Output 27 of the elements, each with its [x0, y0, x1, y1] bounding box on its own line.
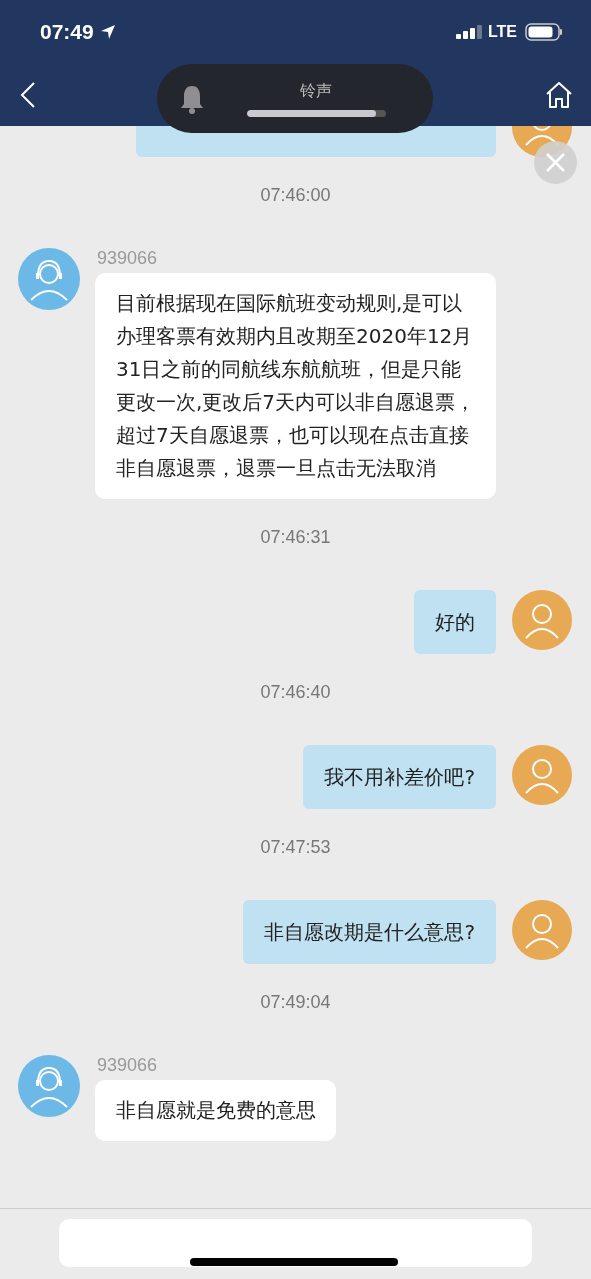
- location-arrow-icon: [99, 24, 116, 40]
- timestamp: 07:46:00: [260, 185, 331, 206]
- timestamp: 07:46:40: [260, 682, 331, 703]
- timestamp: 07:46:31: [260, 527, 331, 548]
- message-bubble: 目前根据现在国际航班变动规则,是可以办理客票有效期内且改期至2020年12月31日之前的同航线东航航班，但是只能更改一次,更改后7天内可以非自愿退票，超过7天自愿退票，也可以现在点击直接非自愿退票，退票一旦点击无法取消: [95, 273, 496, 499]
- agent-avatar-icon: [18, 1055, 80, 1117]
- back-icon[interactable]: [20, 82, 36, 108]
- battery-icon: [525, 23, 563, 41]
- sender-name: 939066: [97, 1055, 158, 1076]
- signal-icon: [455, 25, 482, 39]
- message-input[interactable]: [59, 1219, 532, 1267]
- status-time: 07:49: [40, 20, 94, 44]
- bell-icon: [179, 83, 205, 114]
- network-label: LTE: [487, 23, 517, 41]
- home-icon[interactable]: [545, 81, 573, 109]
- message-bubble: 我不用补差价吧?: [303, 745, 496, 809]
- volume-label: 铃声: [300, 80, 332, 102]
- timestamp: 07:49:04: [260, 992, 331, 1013]
- message-bubble: 非自愿改期是什么意思?: [243, 900, 496, 964]
- message-bubble: 好的: [414, 590, 496, 654]
- user-avatar-icon: [512, 745, 572, 805]
- user-avatar-icon: [512, 590, 572, 650]
- user-avatar-icon: [512, 900, 572, 960]
- sender-name: 939066: [97, 248, 158, 269]
- timestamp: 07:47:53: [260, 837, 331, 858]
- agent-avatar-icon: [18, 248, 80, 310]
- message-bubble: 非自愿就是免费的意思: [95, 1080, 336, 1141]
